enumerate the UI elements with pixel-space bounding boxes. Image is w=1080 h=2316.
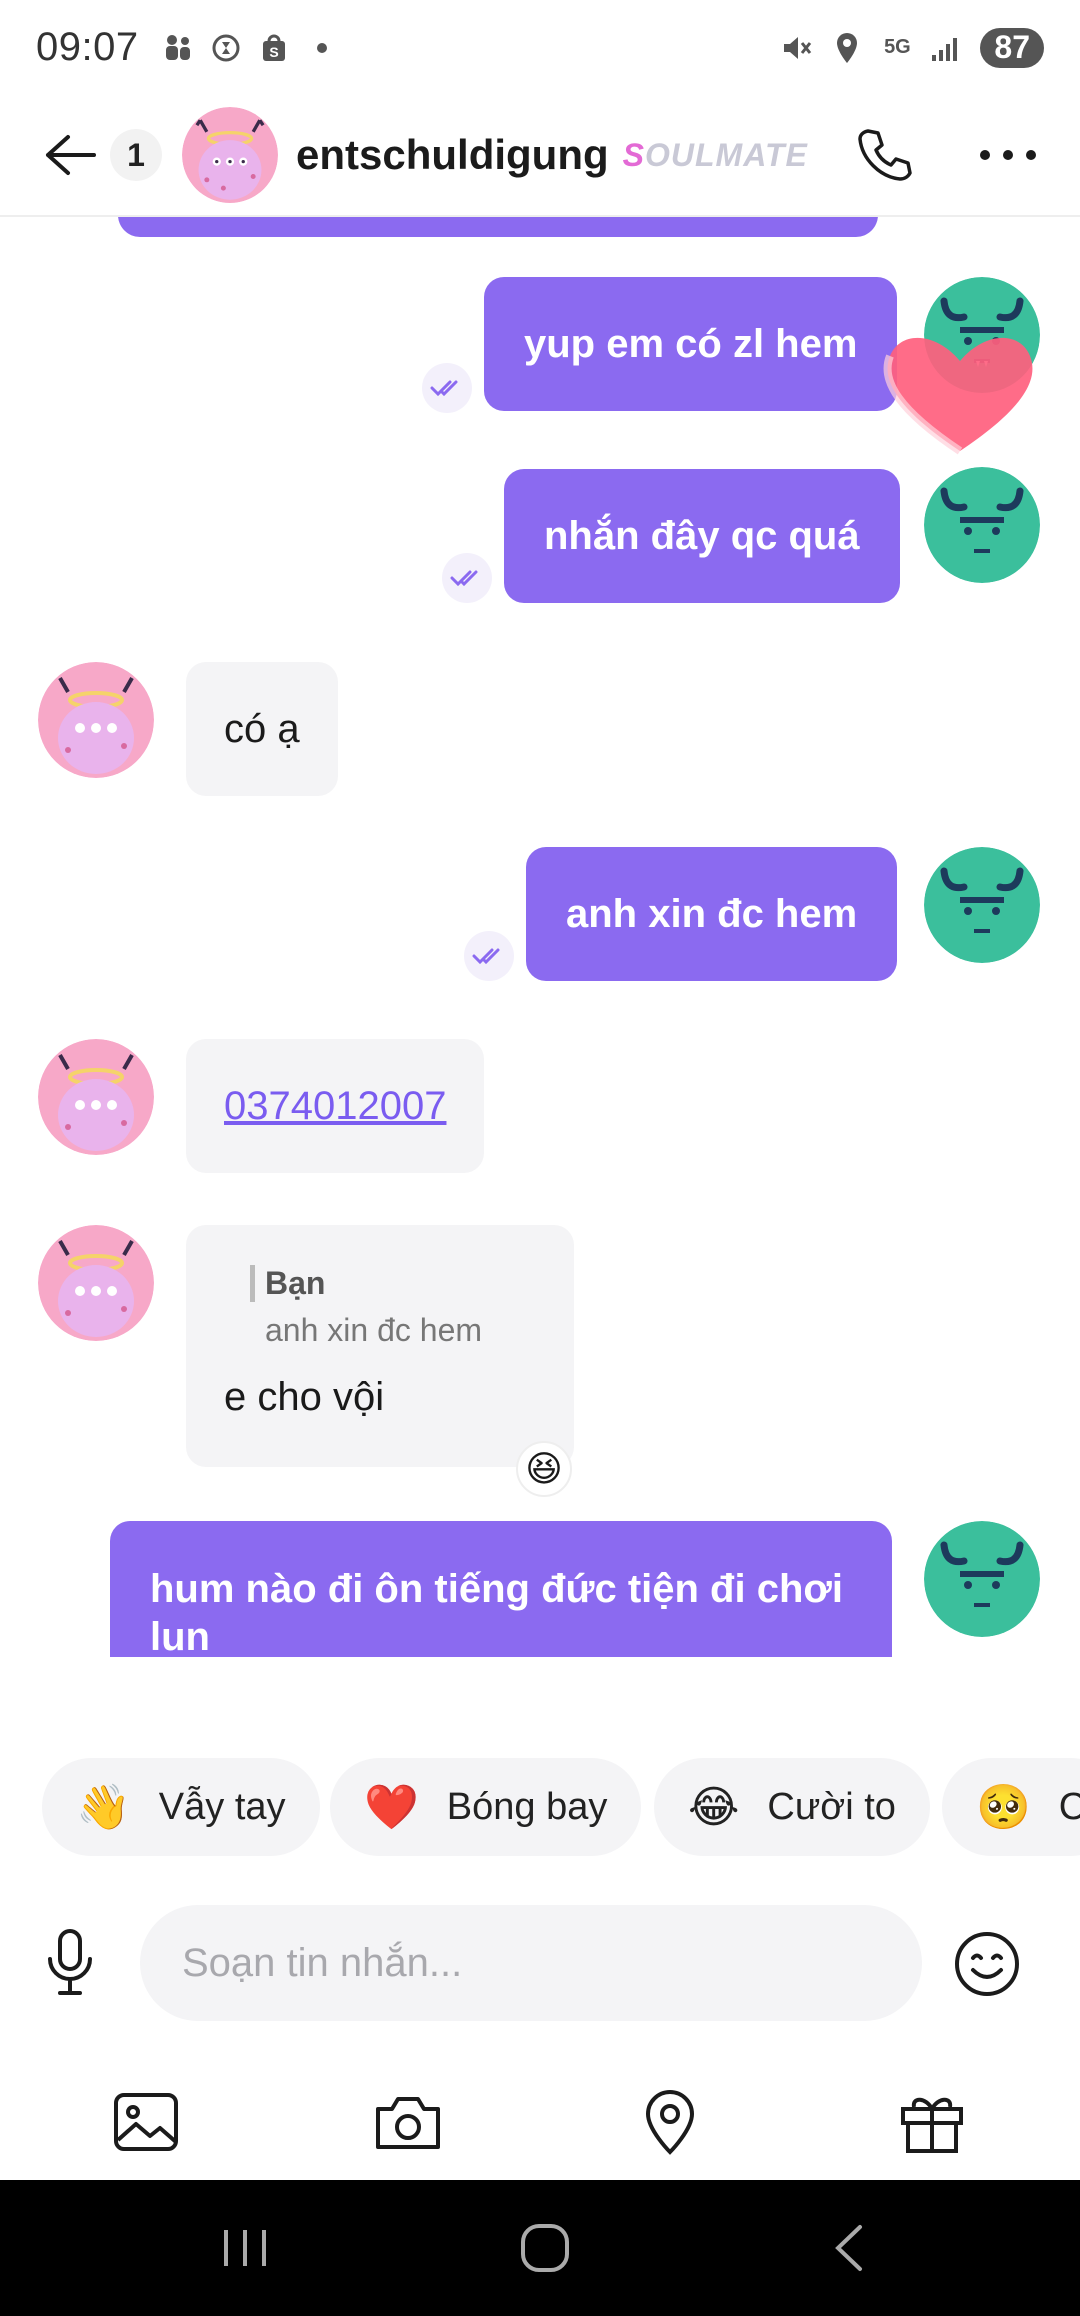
previous-message-partial xyxy=(118,217,878,237)
smiley-icon xyxy=(955,1932,1019,1996)
message-bubble-outgoing[interactable]: yup em có zl hem xyxy=(484,277,898,411)
message-bubble-incoming[interactable]: có ạ xyxy=(186,662,338,796)
mute-icon xyxy=(780,31,814,65)
message-bubble-incoming[interactable]: 0374012007 xyxy=(186,1039,485,1173)
chat-header: 1 entschuldigung SOULMATE xyxy=(0,95,1080,217)
camera-button[interactable] xyxy=(368,2082,448,2162)
message-reaction-icon[interactable]: 😆 xyxy=(516,1441,572,1497)
chip-label: Cười to xyxy=(767,1785,896,1828)
location-button[interactable] xyxy=(630,2082,710,2162)
contact-avatar[interactable] xyxy=(38,1225,154,1341)
attachment-toolbar xyxy=(0,2070,1080,2180)
message-text: có ạ xyxy=(224,706,300,751)
chip-label: Vẫy tay xyxy=(158,1785,286,1828)
microphone-icon xyxy=(48,1929,92,1995)
system-nav-bar xyxy=(0,2180,1080,2316)
contact-name[interactable]: entschuldigung xyxy=(296,131,609,179)
message-text: hum nào đi ôn tiếng đức tiện đi chơi lun xyxy=(150,1567,843,1657)
message-bubble-outgoing[interactable]: anh xin đc hem xyxy=(526,847,898,981)
quoted-author: Bạn xyxy=(250,1265,536,1302)
chip-label: Bóng bay xyxy=(446,1785,608,1828)
battery-level: 87 xyxy=(994,29,1030,65)
call-button[interactable] xyxy=(852,123,916,187)
battery-indicator: 87 xyxy=(980,27,1044,68)
heart-icon: ❤️ xyxy=(364,1783,419,1832)
my-avatar[interactable] xyxy=(924,847,1040,963)
pleading-face-icon: 🥺 xyxy=(976,1783,1031,1832)
chevron-left-icon xyxy=(835,2225,862,2271)
svg-text:S: S xyxy=(269,44,278,60)
laughing-icon: 😂 xyxy=(688,1782,740,1832)
my-avatar[interactable] xyxy=(924,1521,1040,1637)
network-5g-icon: 5G xyxy=(880,31,914,65)
unread-count-badge: 1 xyxy=(110,129,162,181)
recent-apps-button[interactable] xyxy=(210,2216,280,2280)
image-icon xyxy=(114,2093,178,2151)
contact-avatar[interactable] xyxy=(38,662,154,778)
status-bar: 09:07 S 5G 87 xyxy=(0,0,1080,95)
emoji-button[interactable] xyxy=(952,1929,1022,1999)
soulmate-badge: SOULMATE xyxy=(623,137,808,174)
heart-sticker-icon xyxy=(880,311,1040,461)
read-receipt-icon xyxy=(422,363,472,413)
quick-reaction-pleading[interactable]: 🥺 C xyxy=(942,1758,1080,1856)
signal-icon xyxy=(930,31,964,65)
soulmate-initial: S xyxy=(622,136,645,173)
quoted-reply[interactable]: Bạn anh xin đc hem xyxy=(250,1265,536,1349)
message-input[interactable] xyxy=(140,1905,922,2021)
phone-number-link[interactable]: 0374012007 xyxy=(224,1084,446,1129)
camera-icon xyxy=(376,2097,440,2149)
status-time: 09:07 xyxy=(36,25,139,69)
contact-avatar[interactable] xyxy=(38,1039,154,1155)
read-receipt-icon xyxy=(464,931,514,981)
voice-message-button[interactable] xyxy=(38,1929,102,1997)
quick-reaction-balloon[interactable]: ❤️ Bóng bay xyxy=(330,1758,642,1856)
message-bubble-outgoing[interactable]: nhắn đây qc quá xyxy=(504,469,900,603)
quick-reaction-laugh[interactable]: 😂 Cười to xyxy=(654,1758,930,1856)
recent-apps-icon xyxy=(224,2230,266,2266)
wave-icon: 👋 xyxy=(76,1783,131,1832)
back-nav-button[interactable] xyxy=(814,2216,884,2280)
composer xyxy=(0,1905,1080,2021)
message-bubble-incoming-reply[interactable]: Bạn anh xin đc hem e cho vội xyxy=(186,1225,574,1467)
message-list[interactable]: yup em có zl hem nhắn đây qc quá có ạ an… xyxy=(0,217,1080,1657)
message-text: e cho vội xyxy=(224,1375,385,1419)
message-text: yup em có zl hem xyxy=(524,321,858,366)
contact-avatar[interactable] xyxy=(182,107,278,203)
more-options-button[interactable] xyxy=(976,123,1040,187)
more-dots-icon xyxy=(980,150,1036,160)
back-button[interactable] xyxy=(40,125,100,185)
shopping-bag-icon: S xyxy=(257,31,291,65)
arrow-left-icon xyxy=(46,135,96,175)
location-icon xyxy=(830,31,864,65)
my-avatar[interactable] xyxy=(924,467,1040,583)
message-text: anh xin đc hem xyxy=(566,891,858,936)
gift-button[interactable] xyxy=(892,2082,972,2162)
quoted-text: anh xin đc hem xyxy=(265,1312,483,1348)
gift-icon xyxy=(901,2097,963,2153)
notification-icons: S xyxy=(161,31,339,65)
soulmate-text: OULMATE xyxy=(645,136,808,173)
read-receipt-icon xyxy=(442,553,492,603)
image-button[interactable] xyxy=(106,2082,186,2162)
timer-icon xyxy=(209,31,243,65)
home-icon xyxy=(521,2224,569,2272)
chip-label: C xyxy=(1058,1785,1080,1828)
message-text: nhắn đây qc quá xyxy=(544,513,860,558)
dot-icon xyxy=(305,31,339,65)
message-bubble-outgoing[interactable]: hum nào đi ôn tiếng đức tiện đi chơi lun xyxy=(110,1521,892,1657)
quick-reaction-wave[interactable]: 👋 Vẫy tay xyxy=(42,1758,320,1856)
location-pin-icon xyxy=(645,2089,695,2155)
quick-reaction-bar[interactable]: 👋 Vẫy tay ❤️ Bóng bay 😂 Cười to 🥺 C xyxy=(0,1758,1080,1856)
people-icon xyxy=(161,31,195,65)
home-button[interactable] xyxy=(510,2216,580,2280)
phone-icon xyxy=(858,129,912,181)
network-label: 5G xyxy=(884,36,911,58)
